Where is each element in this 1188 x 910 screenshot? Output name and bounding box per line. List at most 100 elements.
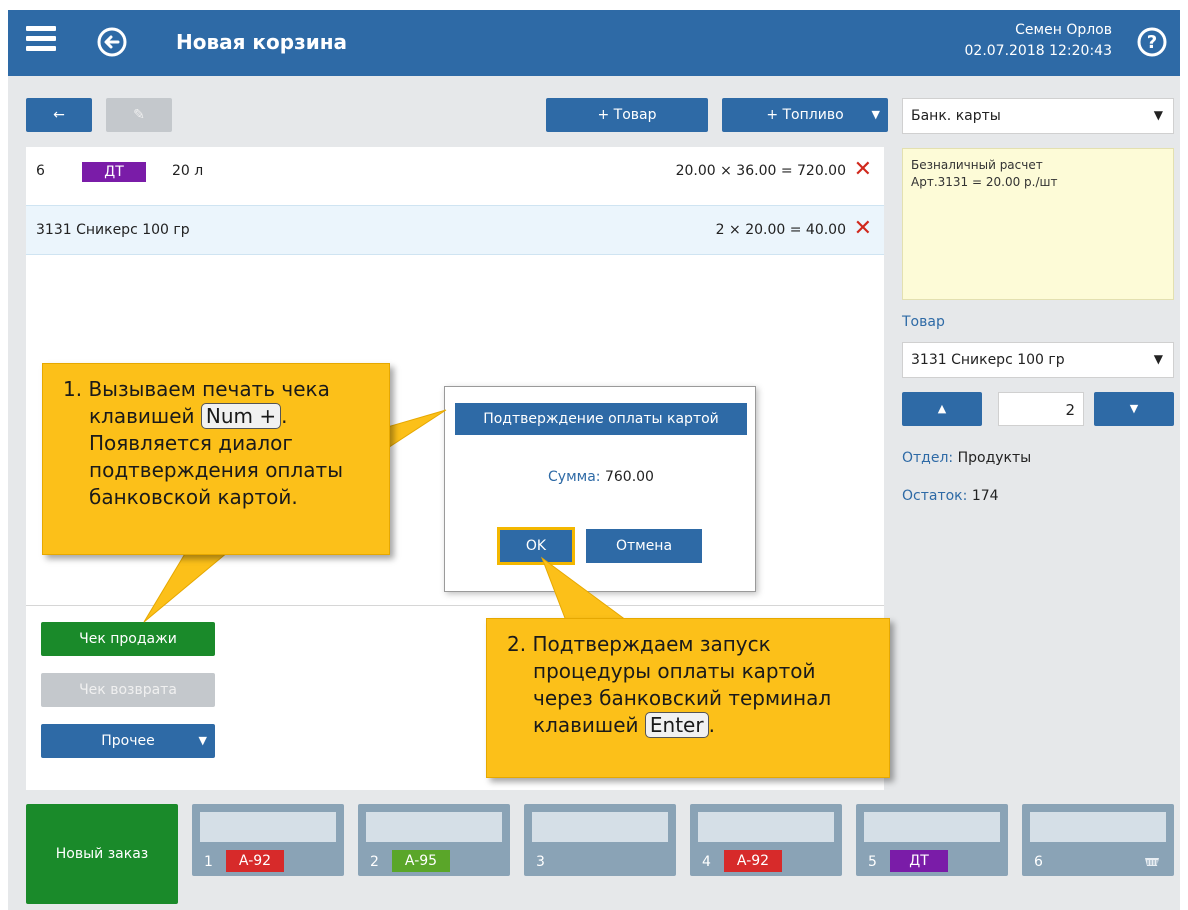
fuel-type-badge: A-92 — [226, 850, 284, 872]
order-tiles-bar: Новый заказ 1 A-92 2 A-95 3 4 A-92 5 ДТ … — [8, 796, 1180, 910]
product-select-value: 3131 Сникерс 100 гр — [911, 352, 1065, 368]
payment-type-select[interactable]: Банк. карты ▼ — [902, 98, 1174, 134]
note-line: Арт.3131 = 20.00 р./шт — [911, 175, 1058, 189]
stock-value: 174 — [971, 488, 999, 504]
callout-text: клавишей — [89, 404, 201, 428]
tile-number: 5 — [868, 854, 877, 870]
edit-button[interactable]: ✎ — [106, 98, 172, 132]
tile-preview — [698, 812, 834, 842]
callout-text: . — [281, 404, 288, 428]
stock-label: Остаток: — [902, 488, 968, 504]
add-fuel-button[interactable]: + Топливо ▼ — [722, 98, 888, 132]
callout-line: банковской картой. — [89, 485, 298, 509]
cancel-button[interactable]: Отмена — [586, 529, 702, 563]
order-tile-5[interactable]: 5 ДТ — [856, 804, 1008, 876]
tile-preview — [200, 812, 336, 842]
tile-number: 1 — [204, 854, 213, 870]
help-icon[interactable]: ? — [1136, 26, 1168, 58]
sale-receipt-button[interactable]: Чек продажи — [41, 622, 215, 656]
tile-number: 4 — [702, 854, 711, 870]
dialog-title: Подтверждение оплаты картой — [455, 403, 747, 435]
current-datetime: 02.07.2018 12:20:43 — [964, 43, 1113, 59]
delete-row-icon[interactable]: ✕ — [854, 157, 872, 182]
order-tile-3[interactable]: 3 — [524, 804, 676, 876]
chevron-down-icon: ▼ — [1153, 108, 1163, 122]
info-note: Безналичный расчет Арт.3131 = 20.00 р./ш… — [902, 148, 1174, 300]
callout-step-2: 2. Подтверждаем запуск процедуры оплаты … — [486, 618, 890, 778]
other-label: Прочее — [101, 733, 155, 749]
tile-number: 3 — [536, 854, 545, 870]
new-order-button[interactable]: Новый заказ — [26, 804, 178, 904]
fuel-type-badge: ДТ — [82, 162, 146, 182]
app-window: Новая корзина Семен Орлов 02.07.2018 12:… — [8, 10, 1180, 910]
sum-value: 760.00 — [604, 469, 654, 485]
chevron-down-icon: ▼ — [1153, 352, 1163, 366]
increment-button[interactable]: ▲ — [902, 392, 982, 426]
fuel-type-badge: A-95 — [392, 850, 450, 872]
back-arrow-circle-icon[interactable] — [96, 26, 128, 58]
callout-step-1: 1. Вызываем печать чека клавишей Num +. … — [42, 363, 390, 555]
callout-line: процедуры оплаты картой — [533, 659, 816, 683]
key-num-plus: Num + — [200, 403, 282, 429]
order-tile-2[interactable]: 2 A-95 — [358, 804, 510, 876]
back-button[interactable]: ← — [26, 98, 92, 132]
row-id: 6 — [36, 163, 45, 179]
tile-preview — [864, 812, 1000, 842]
product-select[interactable]: 3131 Сникерс 100 гр ▼ — [902, 342, 1174, 378]
row-calculation: 20.00 × 36.00 = 720.00 — [675, 163, 846, 179]
top-bar: Новая корзина Семен Орлов 02.07.2018 12:… — [8, 10, 1180, 76]
divider — [26, 605, 884, 606]
fuel-type-badge: A-92 — [724, 850, 782, 872]
cart-row[interactable]: 6 ДТ 20 л 20.00 × 36.00 = 720.00 ✕ — [26, 147, 884, 197]
order-tile-6[interactable]: 6 — [1022, 804, 1174, 876]
product-label: Товар — [902, 314, 945, 330]
user-name: Семен Орлов — [1015, 22, 1112, 38]
tile-preview — [1030, 812, 1166, 842]
return-receipt-button[interactable]: Чек возврата — [41, 673, 215, 707]
row-name: 3131 Сникерс 100 гр — [36, 222, 190, 238]
chevron-down-icon: ▼ — [198, 734, 207, 747]
callout-line: подтверждения оплаты — [89, 458, 343, 482]
key-enter: Enter — [644, 712, 709, 738]
payment-type-value: Банк. карты — [911, 108, 1001, 124]
callout-text: клавишей — [533, 713, 645, 737]
callout-line: 2. Подтверждаем запуск — [507, 632, 771, 656]
note-line: Безналичный расчет — [911, 158, 1043, 172]
sum-label: Сумма: — [548, 469, 601, 485]
svg-text:?: ? — [1147, 32, 1157, 53]
page-title: Новая корзина — [176, 30, 348, 54]
hamburger-menu-icon[interactable] — [26, 26, 56, 56]
cart-row-selected[interactable]: 3131 Сникерс 100 гр 2 × 20.00 = 40.00 ✕ — [26, 205, 884, 255]
callout-text: . — [708, 713, 715, 737]
add-product-button[interactable]: + Товар — [546, 98, 708, 132]
callout-line: клавишей Num +. — [63, 403, 389, 430]
department-value: Продукты — [957, 450, 1032, 466]
callout-line: клавишей Enter. — [507, 712, 889, 739]
tile-number: 2 — [370, 854, 379, 870]
other-actions-button[interactable]: Прочее ▼ — [41, 724, 215, 758]
user-info: Семен Орлов 02.07.2018 12:20:43 — [965, 20, 1113, 62]
callout-line: через банковский терминал — [533, 686, 832, 710]
department-label: Отдел: — [902, 450, 954, 466]
tile-number: 6 — [1034, 854, 1043, 870]
quantity-input[interactable]: 2 — [998, 392, 1084, 426]
add-fuel-label: + Топливо — [766, 107, 844, 123]
basket-icon — [1145, 858, 1159, 866]
tile-preview — [532, 812, 668, 842]
order-tile-4[interactable]: 4 A-92 — [690, 804, 842, 876]
dialog-sum: Сумма: 760.00 — [445, 469, 757, 485]
payment-confirm-dialog: Подтверждение оплаты картой Сумма: 760.0… — [444, 386, 756, 592]
order-tile-1[interactable]: 1 A-92 — [192, 804, 344, 876]
row-quantity: 20 л — [172, 163, 204, 179]
callout-line: Появляется диалог — [89, 431, 293, 455]
row-calculation: 2 × 20.00 = 40.00 — [715, 222, 846, 238]
department-info: Отдел: Продукты — [902, 450, 1031, 466]
delete-row-icon[interactable]: ✕ — [854, 216, 872, 241]
ok-button[interactable]: OK — [497, 527, 575, 565]
decrement-button[interactable]: ▼ — [1094, 392, 1174, 426]
tile-preview — [366, 812, 502, 842]
callout-line: 1. Вызываем печать чека — [63, 377, 330, 401]
stock-info: Остаток: 174 — [902, 488, 999, 504]
fuel-type-badge: ДТ — [890, 850, 948, 872]
chevron-down-icon: ▼ — [871, 108, 880, 121]
